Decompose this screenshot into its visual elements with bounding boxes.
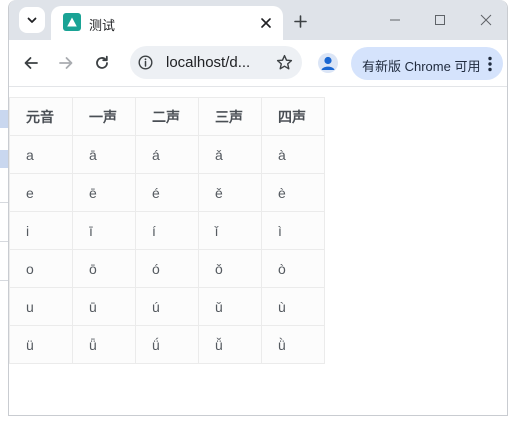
- column-header: 二声: [135, 97, 199, 136]
- table-row: o ō ó ǒ ò: [9, 249, 325, 288]
- site-info-button[interactable]: [137, 54, 154, 71]
- table-cell: í: [135, 211, 199, 250]
- back-button[interactable]: [18, 50, 44, 76]
- table-cell: ē: [72, 173, 136, 212]
- table-cell: u: [9, 287, 73, 326]
- triangle-favicon-icon: [63, 13, 81, 31]
- table-cell: ǎ: [198, 135, 262, 174]
- table-cell: ú: [135, 287, 199, 326]
- table-cell: o: [9, 249, 73, 288]
- tab-close-button[interactable]: [257, 14, 275, 32]
- table-cell: ì: [261, 211, 325, 250]
- profile-button[interactable]: [318, 53, 338, 73]
- column-header: 三声: [198, 97, 262, 136]
- update-label: 有新版 Chrome 可用: [362, 59, 481, 74]
- close-icon: [261, 18, 271, 28]
- browser-window: 测试 localhost/d... 有新版 Chrome 可用 元音 一声 二声…: [8, 0, 508, 416]
- url-text[interactable]: localhost/d...: [166, 54, 250, 71]
- tab-active[interactable]: 测试: [51, 6, 283, 40]
- plus-icon: [293, 14, 307, 28]
- new-tab-button[interactable]: [289, 10, 311, 32]
- chevron-down-icon: [27, 17, 37, 23]
- table-row: ü ǖ ǘ ǚ ǜ: [9, 325, 325, 364]
- background-highlight-strip: [0, 110, 8, 128]
- forward-arrow-icon: [59, 57, 73, 69]
- table-cell: ǖ: [72, 325, 136, 364]
- forward-button[interactable]: [53, 50, 79, 76]
- table-cell: ī: [72, 211, 136, 250]
- table-cell: ǔ: [198, 287, 262, 326]
- back-arrow-icon: [24, 57, 38, 69]
- table-cell: ā: [72, 135, 136, 174]
- close-icon: [480, 14, 492, 26]
- window-close-button[interactable]: [472, 8, 500, 32]
- table-cell: ù: [261, 287, 325, 326]
- table-cell: e: [9, 173, 73, 212]
- maximize-icon: [435, 15, 445, 25]
- table-cell: à: [261, 135, 325, 174]
- star-icon: [276, 54, 293, 70]
- table-cell: ǐ: [198, 211, 262, 250]
- table-cell: ó: [135, 249, 199, 288]
- column-header: 一声: [72, 97, 136, 136]
- tab-search-button[interactable]: [19, 7, 45, 33]
- table-cell: ò: [261, 249, 325, 288]
- browser-toolbar: localhost/d... 有新版 Chrome 可用: [9, 40, 507, 87]
- minimize-button[interactable]: [381, 8, 409, 32]
- kebab-menu-icon: [488, 56, 492, 71]
- table-row: i ī í ǐ ì: [9, 211, 325, 250]
- address-bar[interactable]: localhost/d...: [130, 46, 302, 79]
- table-cell: ǘ: [135, 325, 199, 364]
- table-header-row: 元音 一声 二声 三声 四声: [9, 97, 325, 136]
- person-icon: [321, 56, 335, 70]
- reload-button[interactable]: [89, 50, 115, 76]
- reload-icon: [96, 55, 108, 69]
- table-cell: è: [261, 173, 325, 212]
- table-cell: ǒ: [198, 249, 262, 288]
- table-row: u ū ú ǔ ù: [9, 287, 325, 326]
- background-divider: [0, 241, 8, 242]
- background-divider: [0, 202, 8, 203]
- table-cell: ǚ: [198, 325, 262, 364]
- table-cell: é: [135, 173, 199, 212]
- maximize-button[interactable]: [426, 8, 454, 32]
- minimize-icon: [390, 19, 400, 21]
- chrome-menu-button[interactable]: [483, 54, 497, 73]
- table-row: a ā á ǎ à: [9, 135, 325, 174]
- page-content: 元音 一声 二声 三声 四声 a ā á ǎ à e ē é ě è i ī í…: [9, 87, 507, 415]
- title-bar: 测试: [9, 0, 507, 40]
- table-cell: ū: [72, 287, 136, 326]
- column-header: 元音: [9, 97, 73, 136]
- table-cell: ǜ: [261, 325, 325, 364]
- chrome-update-button[interactable]: 有新版 Chrome 可用: [351, 47, 503, 80]
- table-row: e ē é ě è: [9, 173, 325, 212]
- table-cell: i: [9, 211, 73, 250]
- pinyin-tone-table: 元音 一声 二声 三声 四声 a ā á ǎ à e ē é ě è i ī í…: [9, 97, 325, 364]
- table-cell: á: [135, 135, 199, 174]
- column-header: 四声: [261, 97, 325, 136]
- bookmark-button[interactable]: [275, 53, 294, 72]
- background-highlight-strip: [0, 150, 8, 168]
- info-icon: [138, 55, 153, 70]
- table-cell: ě: [198, 173, 262, 212]
- background-divider: [0, 280, 8, 281]
- table-cell: ō: [72, 249, 136, 288]
- table-cell: ü: [9, 325, 73, 364]
- tab-title: 测试: [89, 18, 116, 33]
- table-cell: a: [9, 135, 73, 174]
